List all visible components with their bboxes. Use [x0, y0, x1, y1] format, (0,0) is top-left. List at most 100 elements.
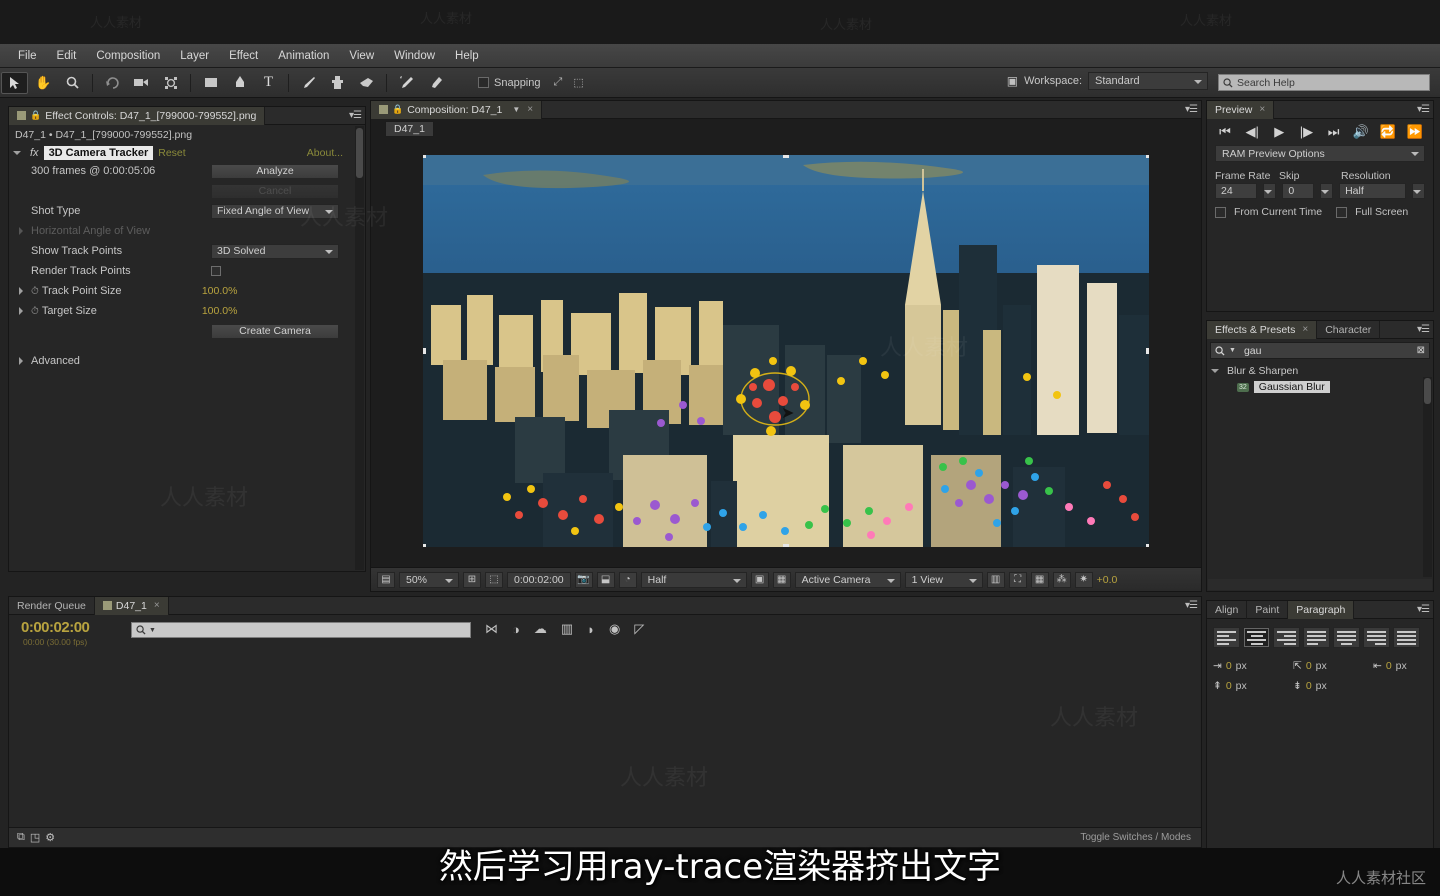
- selection-handle[interactable]: [783, 155, 789, 158]
- indent-right-field[interactable]: ⇤ 0px: [1373, 660, 1407, 672]
- frame-blending-icon[interactable]: ▥: [561, 621, 573, 637]
- align-left-button[interactable]: [1213, 627, 1240, 648]
- effects-hscrollbar[interactable]: [1208, 579, 1432, 590]
- selection-handle[interactable]: [783, 544, 789, 547]
- view-layout-dropdown[interactable]: 1 View: [905, 572, 983, 588]
- lock-icon[interactable]: 🔒: [30, 110, 41, 121]
- roto-brush-tool-icon[interactable]: [393, 72, 420, 94]
- last-frame-icon[interactable]: ⏭: [1324, 124, 1344, 140]
- panel-menu-icon[interactable]: ▾☰: [1417, 604, 1429, 615]
- show-track-points-dropdown[interactable]: 3D Solved: [211, 244, 339, 259]
- composition-viewport[interactable]: ➤: [371, 139, 1201, 563]
- draft-3d-icon[interactable]: ◑: [512, 622, 520, 637]
- indent-first-field[interactable]: ⇱ 0px: [1293, 660, 1367, 672]
- shape-tool-icon[interactable]: [197, 72, 224, 94]
- selection-handle[interactable]: [1146, 155, 1149, 158]
- from-current-time-checkbox[interactable]: [1215, 207, 1226, 218]
- clear-search-icon[interactable]: ⊠: [1417, 345, 1425, 356]
- text-tool-icon[interactable]: T: [255, 72, 282, 94]
- puppet-pin-tool-icon[interactable]: [422, 72, 449, 94]
- search-dropdown-icon[interactable]: ▼: [149, 627, 156, 634]
- disclosure-triangle-icon[interactable]: [13, 151, 21, 159]
- timeline-icon[interactable]: ▦: [1031, 572, 1049, 588]
- about-button[interactable]: About...: [307, 147, 343, 159]
- current-timecode[interactable]: 0:00:02:00: [507, 572, 571, 588]
- panel-menu-icon[interactable]: ▾☰: [1185, 104, 1197, 115]
- menu-item-animation[interactable]: Animation: [268, 48, 339, 64]
- menu-item-layer[interactable]: Layer: [170, 48, 219, 64]
- tab-paint[interactable]: Paint: [1247, 601, 1288, 619]
- pixel-aspect-icon[interactable]: ▥: [987, 572, 1005, 588]
- breadcrumb-item[interactable]: D47_1: [385, 121, 434, 137]
- exposure-value[interactable]: +0.0: [1097, 574, 1118, 586]
- workspace-dropdown[interactable]: Standard: [1088, 72, 1208, 90]
- snapping-checkbox[interactable]: [478, 77, 489, 88]
- panel-menu-icon[interactable]: ▾☰: [1417, 104, 1429, 115]
- fast-previews-icon[interactable]: ⛶: [1009, 572, 1027, 588]
- preview-resolution-field[interactable]: Half: [1339, 183, 1406, 199]
- menu-item-file[interactable]: File: [8, 48, 47, 64]
- menu-item-view[interactable]: View: [339, 48, 384, 64]
- menu-item-composition[interactable]: Composition: [86, 48, 170, 64]
- exposure-reset-icon[interactable]: ✷: [1075, 572, 1093, 588]
- menu-item-help[interactable]: Help: [445, 48, 489, 64]
- workspace-selector[interactable]: ▣ Workspace: Standard: [1007, 72, 1208, 90]
- tab-composition[interactable]: 🔒 Composition: D47_1 ▼ ×: [371, 101, 542, 119]
- render-track-points-checkbox[interactable]: [211, 266, 221, 276]
- tab-timeline-comp[interactable]: D47_1 ×: [95, 597, 169, 615]
- justify-last-center-button[interactable]: [1333, 627, 1360, 648]
- tab-align[interactable]: Align: [1207, 601, 1247, 619]
- close-icon[interactable]: ×: [1259, 104, 1265, 115]
- ram-preview-options-dropdown[interactable]: RAM Preview Options: [1215, 145, 1425, 162]
- align-center-button[interactable]: [1243, 627, 1270, 648]
- pan-behind-tool-icon[interactable]: [157, 72, 184, 94]
- show-snapshot-icon[interactable]: ⬓: [597, 572, 615, 588]
- effect-controls-scrollbar[interactable]: [355, 126, 364, 570]
- tab-render-queue[interactable]: Render Queue: [9, 597, 95, 615]
- selection-handle[interactable]: [423, 544, 426, 547]
- next-frame-icon[interactable]: |▶: [1296, 124, 1316, 140]
- tab-paragraph[interactable]: Paragraph: [1288, 601, 1354, 619]
- effects-search-field[interactable]: ▼ gau ⊠: [1210, 342, 1430, 359]
- tab-character[interactable]: Character: [1317, 321, 1380, 339]
- effects-scrollbar[interactable]: [1423, 377, 1432, 577]
- shot-type-dropdown[interactable]: Fixed Angle of View: [211, 204, 339, 219]
- channel-icon[interactable]: ◔: [619, 572, 637, 588]
- resolution-dropdown[interactable]: Half: [641, 572, 747, 588]
- tab-dropdown-icon[interactable]: ▼: [512, 105, 520, 114]
- region-of-interest-icon[interactable]: ⬚: [485, 572, 503, 588]
- space-before-field[interactable]: ⇞ 0px: [1213, 680, 1287, 692]
- tab-effect-controls[interactable]: 🔒 Effect Controls: D47_1_[799000-799552]…: [9, 107, 265, 125]
- justify-last-left-button[interactable]: [1303, 627, 1330, 648]
- snapping-control[interactable]: Snapping ⤢ ⬚: [478, 76, 584, 89]
- motion-blur-icon[interactable]: ◗: [587, 622, 595, 637]
- stopwatch-icon[interactable]: ⏱: [31, 306, 39, 317]
- tab-effects-presets[interactable]: Effects & Presets ×: [1207, 321, 1317, 339]
- disclosure-triangle-icon[interactable]: [1211, 369, 1219, 377]
- loop-icon[interactable]: 🔁: [1378, 124, 1398, 140]
- disclosure-triangle-icon[interactable]: [19, 227, 27, 235]
- space-after-field[interactable]: ⇟ 0px: [1293, 680, 1367, 692]
- indent-left-field[interactable]: ⇥ 0px: [1213, 660, 1287, 672]
- close-icon[interactable]: ×: [527, 104, 533, 115]
- region-interest-toggle-icon[interactable]: ▣: [751, 572, 769, 588]
- panel-menu-icon[interactable]: ▾☰: [1417, 324, 1429, 335]
- ram-preview-icon[interactable]: ⏩: [1405, 124, 1425, 140]
- disclosure-triangle-icon[interactable]: [19, 357, 27, 365]
- snapshot-icon[interactable]: 📷: [575, 572, 593, 588]
- camera-tool-icon[interactable]: [128, 72, 155, 94]
- menu-item-edit[interactable]: Edit: [47, 48, 87, 64]
- eraser-tool-icon[interactable]: [353, 72, 380, 94]
- audio-icon[interactable]: 🔊: [1351, 124, 1371, 140]
- hide-shy-layers-icon[interactable]: ☁: [534, 621, 547, 637]
- tab-preview[interactable]: Preview ×: [1207, 101, 1274, 119]
- panel-menu-icon[interactable]: ▾☰: [349, 110, 361, 121]
- menu-item-window[interactable]: Window: [384, 48, 445, 64]
- effect-header-row[interactable]: fx 3D Camera Tracker Reset About...: [9, 144, 365, 161]
- lock-icon[interactable]: 🔒: [392, 104, 403, 115]
- menu-item-effect[interactable]: Effect: [219, 48, 268, 64]
- grid-guides-icon[interactable]: ⊞: [463, 572, 481, 588]
- graph-editor-icon[interactable]: ◸: [634, 621, 644, 637]
- effects-category-row[interactable]: Blur & Sharpen: [1207, 362, 1433, 380]
- panel-menu-icon[interactable]: ▾☰: [1185, 600, 1197, 611]
